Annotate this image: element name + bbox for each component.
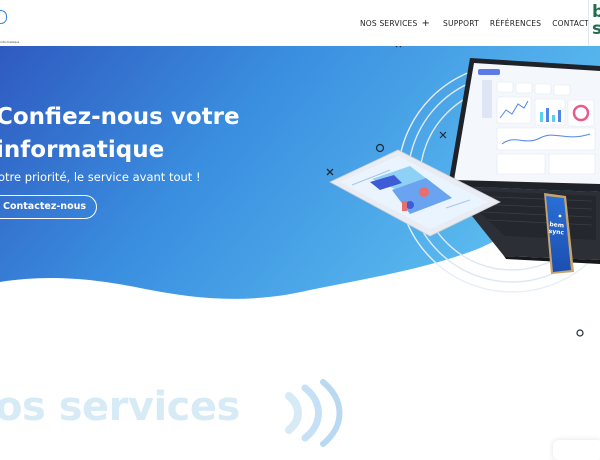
logo[interactable]: informatique	[0, 6, 24, 44]
hero-title: Confiez-nous votre informatique	[0, 104, 240, 163]
partner-badge-line2: sy	[592, 21, 600, 38]
nav-item-references[interactable]: RÉFÉRENCES	[490, 19, 541, 28]
nav-item-services[interactable]: NOS SERVICES +	[360, 18, 431, 29]
floating-widget[interactable]	[553, 440, 600, 460]
logo-tagline: informatique	[0, 40, 20, 44]
partner-badge: b sy	[588, 0, 600, 46]
logo-mark-icon	[0, 10, 7, 24]
phone-screen-text: bem sync	[548, 221, 569, 237]
main-nav: NOS SERVICES + SUPPORT RÉFÉRENCES CONTAC…	[360, 18, 589, 29]
sound-waves-icon	[285, 379, 343, 447]
nav-item-contact[interactable]: CONTACT	[552, 19, 589, 28]
plus-icon: +	[421, 18, 431, 29]
nav-item-support[interactable]: SUPPORT	[443, 19, 479, 28]
nav-item-services-label: NOS SERVICES	[360, 19, 418, 28]
services-heading: os services	[0, 384, 240, 430]
hero-subtitle: otre priorité, le service avant tout !	[0, 170, 201, 184]
contact-us-button[interactable]: Contactez-nous	[0, 195, 98, 219]
site-header: informatique NOS SERVICES + SUPPORT RÉFÉ…	[0, 0, 600, 46]
